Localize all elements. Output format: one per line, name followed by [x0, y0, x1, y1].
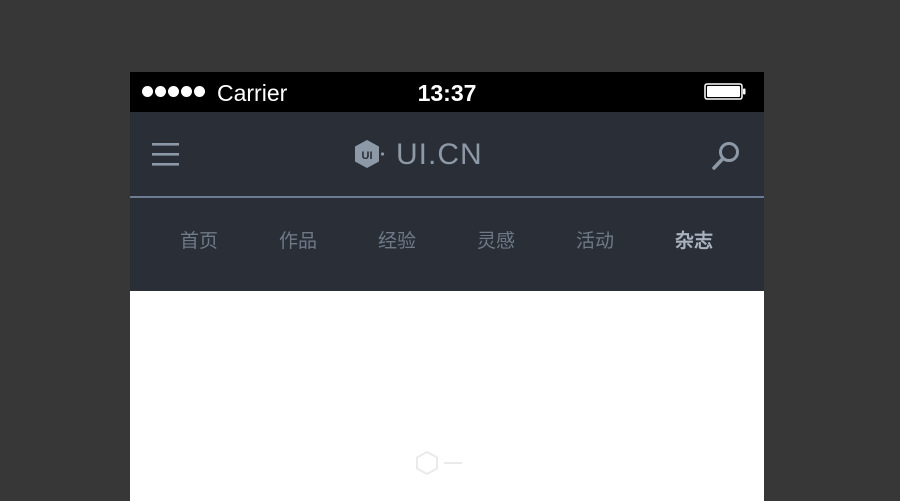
tab-events[interactable]: 活动 — [555, 230, 635, 254]
clock-time: 13:37 — [417, 80, 477, 106]
tab-inspiration[interactable]: 灵感 — [456, 230, 536, 254]
search-icon[interactable] — [710, 140, 742, 172]
site-logo[interactable]: UI UI.CN — [354, 138, 483, 172]
tab-magazine[interactable]: 杂志 — [654, 230, 734, 254]
content-area — [130, 291, 764, 501]
category-tabs: 首页 作品 经验 灵感 活动 杂志 — [130, 198, 764, 291]
menu-icon[interactable] — [150, 140, 182, 168]
logo-mark-icon: UI — [355, 140, 385, 168]
logo-text: UI.CN — [396, 138, 483, 171]
battery-icon — [704, 83, 746, 100]
status-bar: Carrier 13:37 — [130, 72, 764, 112]
tab-home[interactable]: 首页 — [159, 230, 239, 254]
phone-frame: Carrier 13:37 UI UI.CN 首页 作品 经验 灵感 活动 杂志 — [130, 72, 764, 501]
nav-bar: UI UI.CN — [130, 112, 764, 198]
loading-icon — [416, 450, 462, 476]
tab-works[interactable]: 作品 — [258, 230, 338, 254]
logo-mark-text: UI — [362, 150, 373, 162]
tab-experience[interactable]: 经验 — [357, 230, 437, 254]
